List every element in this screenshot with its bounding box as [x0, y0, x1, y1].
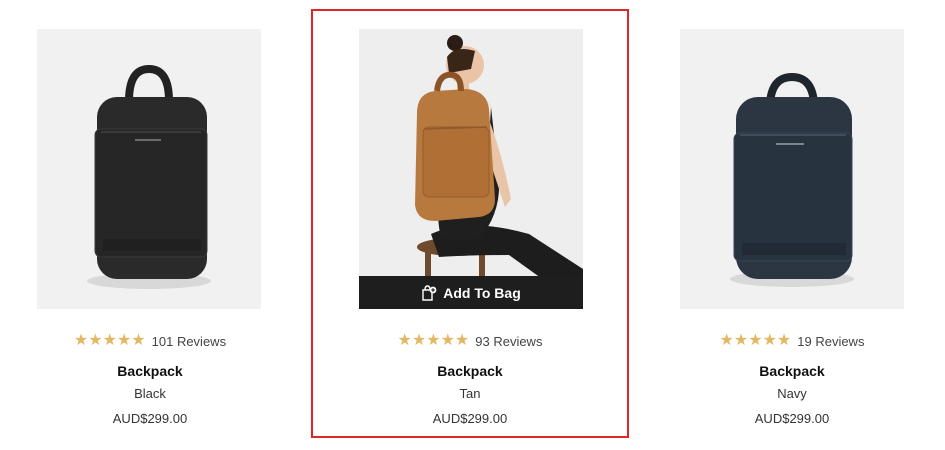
review-count[interactable]: 19 Reviews [797, 334, 864, 349]
product-title[interactable]: Backpack [320, 363, 620, 379]
product-title[interactable]: Backpack [0, 363, 300, 379]
star-icon: ★ [762, 332, 777, 349]
star-icon: ★ [102, 332, 117, 349]
star-icon: ★ [454, 332, 470, 349]
product-card-navy[interactable]: ★ ★ ★ ★ ★ 19 Reviews Backpack Navy AUD$299.0… [642, 0, 942, 450]
product-color: Black [134, 386, 166, 401]
star-icon: ★ [733, 332, 749, 349]
product-image-tan[interactable]: Add To Bag [359, 29, 583, 309]
add-to-bag-label: Add To Bag [443, 284, 521, 301]
product-image-black[interactable] [37, 29, 261, 309]
tan-backpack-model-image [359, 29, 583, 309]
review-count[interactable]: 101 Reviews [152, 334, 226, 349]
star-icon: ★ [719, 332, 734, 349]
star-rating: ★ ★ ★ ★ ★ [74, 333, 146, 349]
review-count[interactable]: 93 Reviews [475, 334, 542, 349]
rating-row: ★ ★ ★ ★ ★ 93 Reviews [320, 332, 620, 350]
product-price: AUD$299.00 [112, 411, 188, 426]
star-icon: ★ [411, 332, 427, 349]
product-color: Navy [777, 386, 807, 401]
star-rating: ★ ★ ★ ★ ★ [398, 333, 470, 349]
product-image-navy[interactable] [680, 29, 904, 309]
product-color: Tan [459, 386, 481, 401]
add-to-bag-button[interactable]: Add To Bag [359, 276, 583, 309]
product-card-tan[interactable]: Add To Bag ★ ★ ★ ★ ★ 93 Reviews Backpack Tan… [320, 0, 620, 450]
product-price: AUD$299.00 [754, 411, 830, 426]
star-icon: ★ [88, 332, 103, 349]
star-rating: ★ ★ ★ ★ ★ [720, 333, 792, 349]
star-icon: ★ [131, 332, 146, 349]
star-icon: ★ [73, 332, 89, 349]
product-price: AUD$299.00 [432, 411, 508, 426]
navy-backpack-image [680, 29, 904, 309]
rating-row: ★ ★ ★ ★ ★ 19 Reviews [642, 332, 942, 350]
product-card-black[interactable]: ★ ★ ★ ★ ★ 101 Reviews Backpack Black AUD$299… [0, 0, 300, 450]
product-title[interactable]: Backpack [642, 363, 942, 379]
black-backpack-image [37, 29, 261, 309]
bag-icon [421, 284, 437, 301]
star-icon: ★ [776, 332, 792, 349]
star-icon: ★ [116, 332, 132, 349]
rating-row: ★ ★ ★ ★ ★ 101 Reviews [0, 332, 300, 350]
star-icon: ★ [748, 332, 763, 349]
star-icon: ★ [440, 332, 455, 349]
star-icon: ★ [426, 332, 441, 349]
star-icon: ★ [397, 332, 412, 349]
